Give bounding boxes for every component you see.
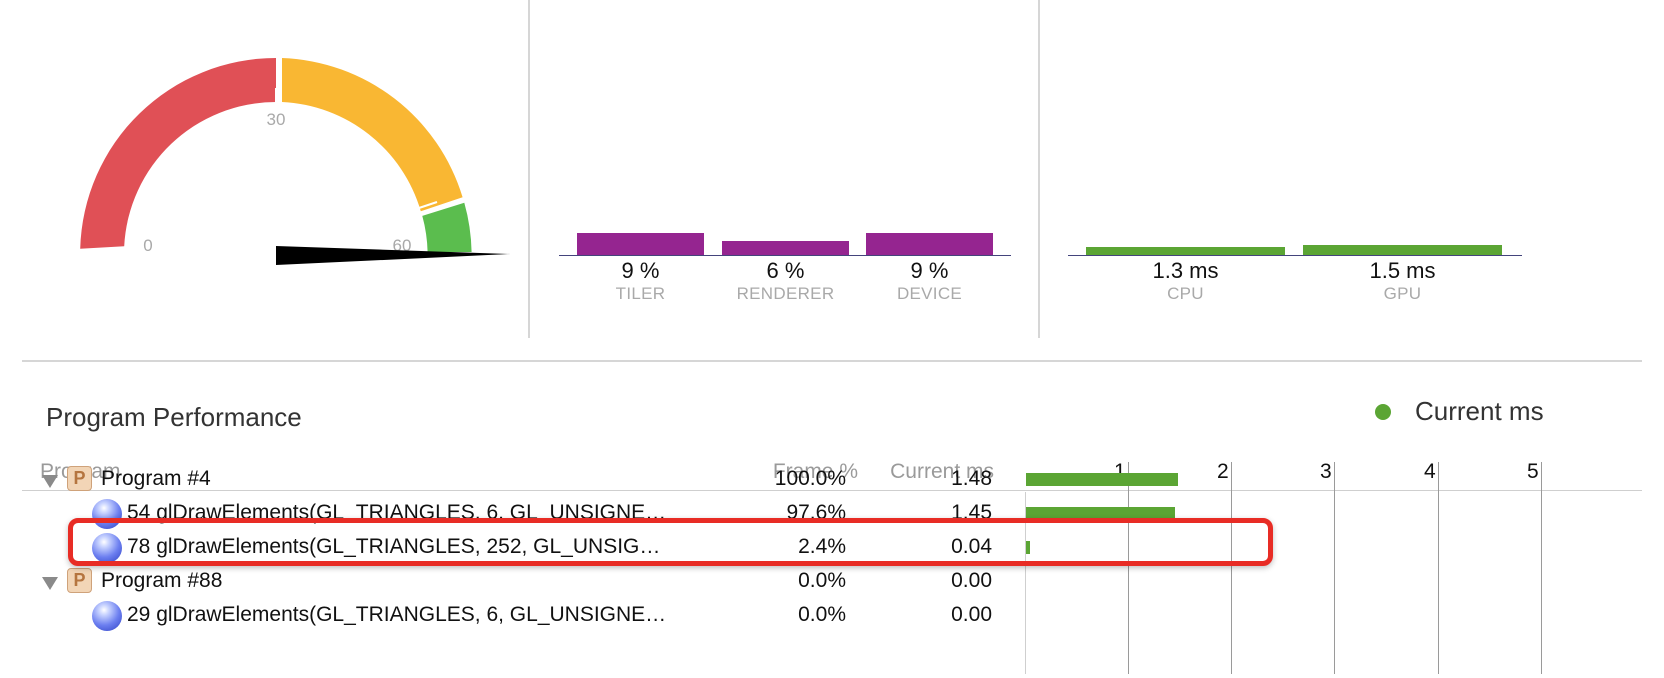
table-row[interactable]: P Program #88 0.0% 0.00 <box>22 564 1642 600</box>
utilization-value-tiler: 9 % <box>621 258 660 283</box>
utilization-label-device: DEVICE <box>896 284 963 303</box>
table-row[interactable]: 29 glDrawElements(GL_TRIANGLES, 6, GL_UN… <box>22 598 1642 634</box>
panel-divider-1 <box>528 0 530 338</box>
timing-label-gpu: GPU <box>1383 284 1422 303</box>
gauge-tick-0: 0 <box>143 236 152 255</box>
disclosure-triangle-icon[interactable] <box>42 475 58 488</box>
row-ms-bar <box>1026 473 1178 486</box>
program-icon: P <box>67 466 92 491</box>
table-row[interactable]: P Program #4 100.0% 1.48 <box>22 462 1642 498</box>
row-current-ms: 1.48 <box>951 467 992 490</box>
utilization-value-renderer: 6 % <box>766 258 805 283</box>
row-name: Program #4 <box>101 467 211 490</box>
draw-call-sphere-icon <box>92 601 122 631</box>
utilization-label-tiler: TILER <box>615 284 666 303</box>
row-current-ms: 0.00 <box>951 569 992 592</box>
legend-label: Current ms <box>1415 396 1544 426</box>
row-name: 29 glDrawElements(GL_TRIANGLES, 6, GL_UN… <box>127 603 667 626</box>
timing-bar-cpu <box>1086 247 1285 255</box>
legend: Current ms <box>1375 396 1544 427</box>
utilization-label-renderer: RENDERER <box>736 284 835 303</box>
disclosure-triangle-icon[interactable] <box>42 577 58 590</box>
panel-divider-2 <box>1038 0 1040 338</box>
timing-value-gpu: 1.5 ms <box>1369 258 1436 283</box>
utilization-bar-device <box>866 233 993 255</box>
utilization-bar-renderer <box>722 241 849 255</box>
gauge-green-arc <box>422 202 472 252</box>
gauge-red-arc <box>80 58 276 249</box>
row-name: Program #88 <box>101 569 223 592</box>
frame-rate-gauge: 0 30 60 <box>80 58 510 265</box>
highlight-box <box>68 518 1273 566</box>
section-divider <box>22 360 1642 362</box>
gauge-yellow-arc <box>282 58 463 212</box>
section-title: Program Performance <box>46 402 302 432</box>
utilization-value-device: 9 % <box>910 258 949 283</box>
timing-bar-gpu <box>1303 245 1502 255</box>
program-icon: P <box>67 568 92 593</box>
utilization-bar-tiler <box>577 233 704 255</box>
gauge-tick-30: 30 <box>267 110 286 129</box>
timing-label-cpu: CPU <box>1167 284 1204 303</box>
utilization-baseline <box>559 255 1011 256</box>
timing-value-cpu: 1.3 ms <box>1152 258 1219 283</box>
timing-baseline <box>1068 255 1522 256</box>
legend-dot-icon <box>1375 403 1391 420</box>
row-current-ms: 0.00 <box>951 603 992 626</box>
